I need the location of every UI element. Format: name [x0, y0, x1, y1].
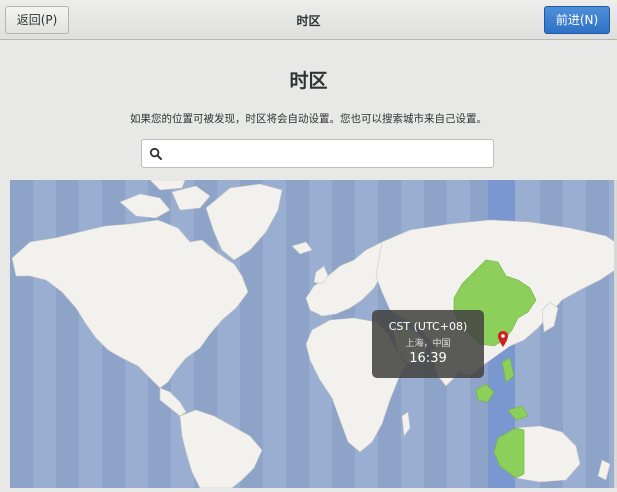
header-title: 时区 — [296, 14, 321, 28]
timezone-window: 返回(P) 时区 前进(N) 时区 如果您的位置可被发现，时区将会自动设置。您也… — [0, 0, 617, 492]
timezone-tooltip: CST (UTC+08) 上海，中国 16:39 — [372, 310, 484, 378]
timezone-name: CST (UTC+08) — [388, 320, 468, 333]
timezone-location: 上海，中国 — [405, 339, 451, 349]
timezone-map[interactable] — [10, 180, 615, 488]
bottom-edge — [0, 488, 617, 492]
timezone-time: 16:39 — [409, 351, 447, 366]
location-pin-icon[interactable] — [498, 331, 508, 347]
search-icon — [149, 147, 162, 160]
next-button[interactable]: 前进(N) — [544, 6, 610, 34]
page-description: 如果您的位置可被发现，时区将会自动设置。您也可以搜索城市来自己设置。 — [130, 113, 487, 125]
page-title: 时区 — [289, 70, 328, 92]
search-box[interactable] — [141, 139, 494, 168]
search-input[interactable] — [168, 143, 488, 164]
header-bar: 返回(P) 时区 前进(N) — [0, 0, 617, 40]
world-map[interactable] — [10, 180, 615, 488]
